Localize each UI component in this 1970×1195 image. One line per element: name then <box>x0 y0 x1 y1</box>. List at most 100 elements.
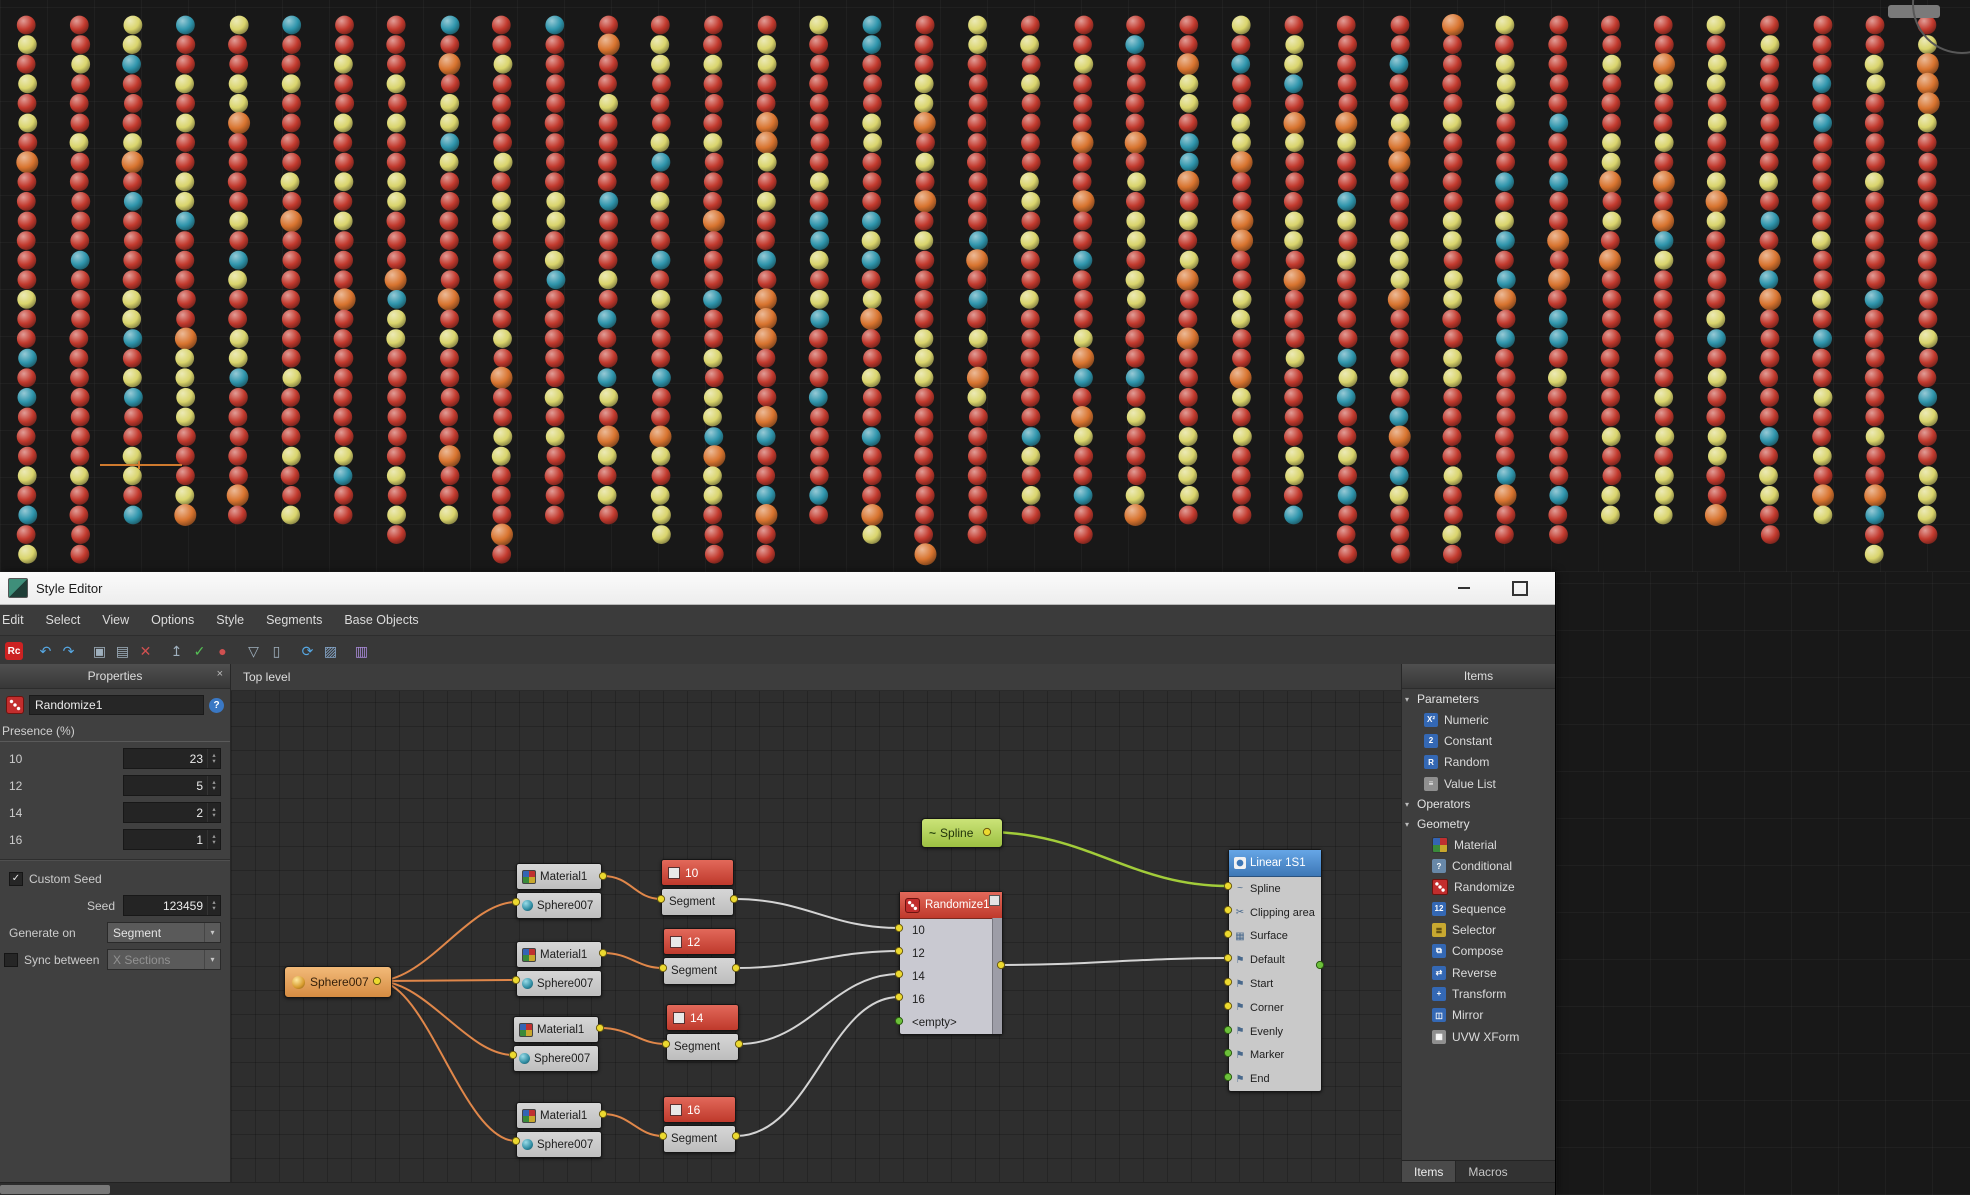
library-icon[interactable]: ▥ <box>350 640 373 663</box>
items-item-conditional[interactable]: ? Conditional <box>1402 855 1555 876</box>
items-item-selector[interactable]: ≣ Selector <box>1402 919 1555 940</box>
presence-16-spinner[interactable]: 1 ▴▾ <box>123 829 221 850</box>
menu-item-edit[interactable]: Edit <box>0 605 35 635</box>
presence-10-spinner[interactable]: 23 ▴▾ <box>123 748 221 769</box>
filter-icon[interactable]: ▽ <box>242 640 265 663</box>
section-operators[interactable]: ▾ Operators <box>1402 794 1555 814</box>
presence-12-spinner[interactable]: 5 ▴▾ <box>123 775 221 796</box>
items-item-mirror[interactable]: ◫ Mirror <box>1402 1005 1555 1026</box>
trash-icon[interactable]: ▯ <box>265 640 288 663</box>
collapse-arrow-icon[interactable]: ▾ <box>1405 695 1414 704</box>
spinner-arrows-icon[interactable]: ▴▾ <box>207 776 220 795</box>
node-name-field[interactable]: Randomize1 <box>29 695 204 715</box>
breadcrumb[interactable]: Top level <box>243 670 290 684</box>
paste-icon[interactable]: ▤ <box>111 640 134 663</box>
scrollbar-thumb[interactable] <box>0 1185 110 1194</box>
seed-row: Seed 123459 ▴▾ <box>0 892 230 919</box>
app-icon <box>8 578 28 598</box>
custom-seed-checkbox[interactable]: ✓ <box>9 872 23 886</box>
help-icon[interactable]: ? <box>209 698 224 713</box>
presence-14-spinner[interactable]: 2 ▴▾ <box>123 802 221 823</box>
3d-viewport[interactable] <box>0 0 1970 572</box>
menu-item-style[interactable]: Style <box>205 605 255 635</box>
copy-icon[interactable]: ▣ <box>88 640 111 663</box>
node-randomize1[interactable]: Randomize1 10 12 14 16 <empty> <box>899 891 1003 1035</box>
menu-item-options[interactable]: Options <box>140 605 205 635</box>
linear-generator-icon <box>1234 857 1246 869</box>
close-icon[interactable]: × <box>217 668 223 680</box>
items-item-value-list[interactable]: ≡ Value List <box>1402 773 1555 794</box>
node-linear-1s1[interactable]: Linear 1S1 ~Spline ✂Clipping area ▦Surfa… <box>1228 849 1322 1092</box>
menu-item-select[interactable]: Select <box>35 605 92 635</box>
items-item-compose[interactable]: ⧉ Compose <box>1402 941 1555 962</box>
items-item-sequence[interactable]: 12 Sequence <box>1402 898 1555 919</box>
items-item-reverse[interactable]: ⇄ Reverse <box>1402 962 1555 983</box>
node-segment-10[interactable]: 10 Segment <box>661 859 734 916</box>
input-slot: ⚑Start <box>1229 972 1321 996</box>
node-material-pair-2[interactable]: Material1 Sphere007 <box>516 941 602 997</box>
presence-value: 1 <box>124 833 207 847</box>
section-geometry[interactable]: ▾ Geometry <box>1402 814 1555 834</box>
collapse-arrow-icon[interactable]: ▾ <box>1405 800 1414 809</box>
disable-icon[interactable]: ● <box>211 640 234 663</box>
node-segment-16[interactable]: 16 Segment <box>663 1096 736 1153</box>
node-material-pair-4[interactable]: Material1 Sphere007 <box>516 1102 602 1158</box>
items-item-material[interactable]: Material <box>1402 834 1555 855</box>
section-parameters[interactable]: ▾ Parameters <box>1402 689 1555 709</box>
node-segment-12[interactable]: 12 Segment <box>663 928 736 985</box>
presence-label: 12 <box>9 779 22 793</box>
tab-items[interactable]: Items <box>1402 1161 1456 1183</box>
export-style-icon[interactable]: ▨ <box>319 640 342 663</box>
flag-icon: ⚑ <box>1234 1074 1246 1085</box>
collapse-arrow-icon[interactable]: ▾ <box>1405 820 1414 829</box>
menu-item-segments[interactable]: Segments <box>255 605 333 635</box>
properties-header: Properties × <box>0 664 230 689</box>
refresh-icon[interactable]: ⟳ <box>296 640 319 663</box>
redo-icon[interactable]: ↷ <box>57 640 80 663</box>
spinner-arrows-icon[interactable]: ▴▾ <box>207 830 220 849</box>
items-item-transform[interactable]: + Transform <box>1402 983 1555 1004</box>
items-item-random[interactable]: R Random <box>1402 752 1555 773</box>
constant-icon: 2 <box>1424 734 1438 748</box>
seed-label: Seed <box>87 899 115 913</box>
presence-value: 2 <box>124 806 207 820</box>
node-segment-14[interactable]: 14 Segment <box>666 1004 739 1061</box>
node-wires <box>231 664 1401 1183</box>
menu-item-view[interactable]: View <box>91 605 140 635</box>
horizontal-scrollbar[interactable] <box>0 1182 1555 1195</box>
node-sphere007-base[interactable]: Sphere007 <box>284 966 392 998</box>
spinner-arrows-icon[interactable]: ▴▾ <box>207 803 220 822</box>
node-ports <box>231 664 1401 1183</box>
node-collapse-toggle[interactable] <box>989 895 1000 906</box>
seed-spinner[interactable]: 123459 ▴▾ <box>123 895 221 916</box>
node-canvas[interactable]: Top level <box>231 664 1401 1183</box>
items-item-randomize[interactable]: Randomize <box>1402 877 1555 898</box>
sync-between-checkbox[interactable] <box>4 953 18 967</box>
items-item-numeric[interactable]: X² Numeric <box>1402 709 1555 730</box>
spinner-arrows-icon[interactable]: ▴▾ <box>207 749 220 768</box>
3d-viewport-lower[interactable] <box>1555 572 1970 1195</box>
items-item-constant[interactable]: 2 Constant <box>1402 730 1555 751</box>
input-slot: 12 <box>900 942 1002 965</box>
check-icon[interactable]: ✓ <box>188 640 211 663</box>
input-slot-empty: <empty> <box>900 1011 1002 1035</box>
node-spline[interactable]: ~ Spline <box>921 818 1003 848</box>
export-icon[interactable]: ↥ <box>165 640 188 663</box>
value-list-icon: ≡ <box>1424 777 1438 791</box>
titlebar[interactable]: Style Editor <box>0 572 1555 605</box>
undo-icon[interactable]: ↶ <box>34 640 57 663</box>
items-title: Items <box>1464 669 1493 683</box>
tab-macros[interactable]: Macros <box>1456 1161 1519 1183</box>
sync-between-select[interactable]: X Sections ▾ <box>107 949 221 970</box>
node-material-pair-3[interactable]: Material1 Sphere007 <box>513 1016 599 1072</box>
input-slot: ⚑End <box>1229 1067 1321 1091</box>
menu-item-base-objects[interactable]: Base Objects <box>333 605 429 635</box>
maximize-button[interactable] <box>1503 578 1537 598</box>
spinner-arrows-icon[interactable]: ▴▾ <box>207 896 220 915</box>
delete-icon[interactable]: ✕ <box>134 640 157 663</box>
segment-icon <box>673 1012 685 1024</box>
generate-on-select[interactable]: Segment ▾ <box>107 922 221 943</box>
minimize-button[interactable] <box>1447 578 1481 598</box>
items-item-uvw-xform[interactable]: ▦ UVW XForm <box>1402 1026 1555 1047</box>
node-material-pair-1[interactable]: Material1 Sphere007 <box>516 863 602 919</box>
